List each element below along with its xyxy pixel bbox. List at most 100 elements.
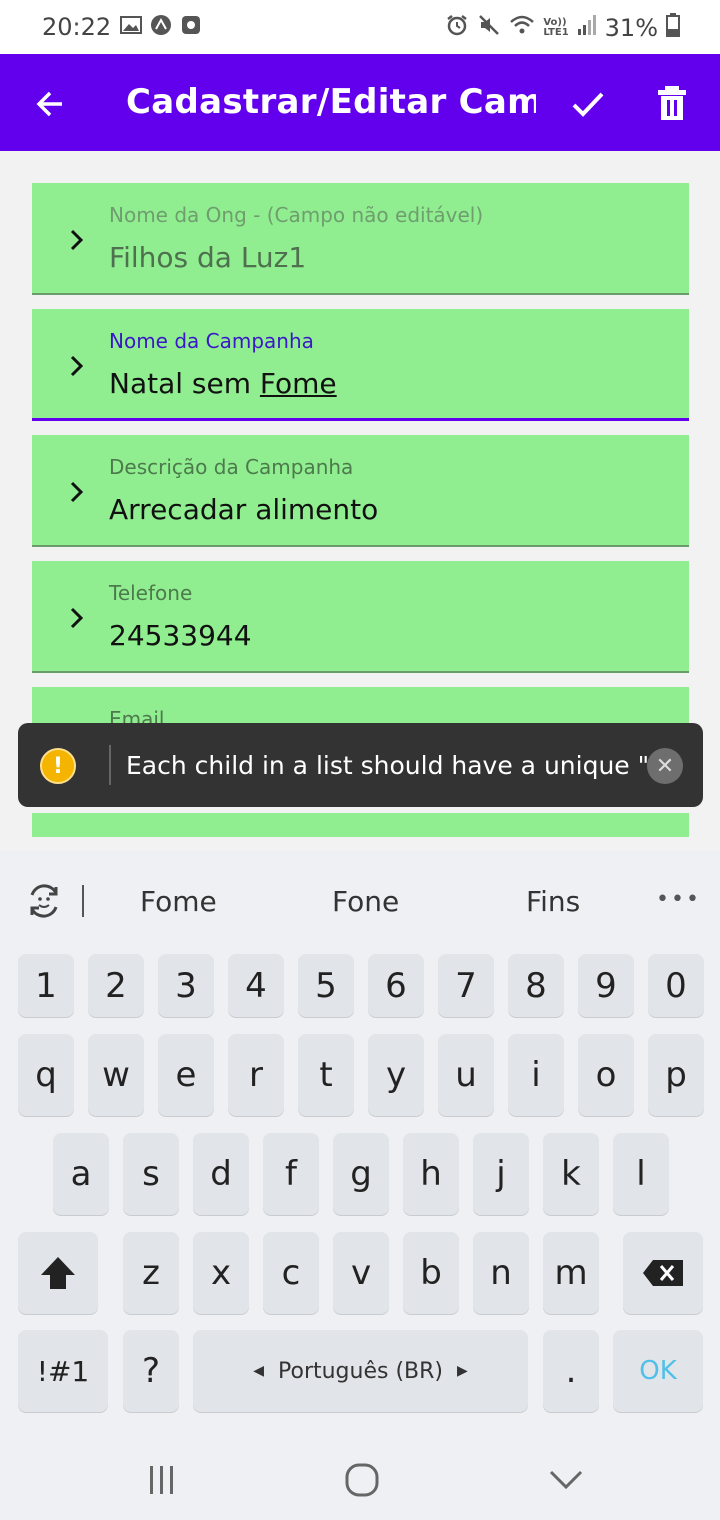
field-value: Arrecadar alimento [109, 493, 379, 526]
key-u[interactable]: u [438, 1034, 494, 1116]
key-a[interactable]: a [53, 1133, 109, 1215]
key-s[interactable]: s [123, 1133, 179, 1215]
field-value-text: Natal sem [109, 367, 260, 400]
key-8[interactable]: 8 [508, 954, 564, 1017]
key-j[interactable]: j [473, 1133, 529, 1215]
backspace-icon [643, 1260, 683, 1286]
key-f[interactable]: f [263, 1133, 319, 1215]
more-options-icon[interactable]: ••• [656, 887, 701, 912]
key-2[interactable]: 2 [88, 954, 144, 1017]
suggestion-1[interactable]: Fome [140, 885, 217, 918]
key-v[interactable]: v [333, 1232, 389, 1314]
shift-icon [41, 1257, 75, 1289]
ok-key[interactable]: OK [613, 1330, 703, 1412]
key-0[interactable]: 0 [648, 954, 704, 1017]
arrow-back-icon[interactable] [30, 84, 70, 124]
key-l[interactable]: l [613, 1133, 669, 1215]
field-campaign-description[interactable]: Descrição da Campanha Arrecadar alimento [32, 435, 689, 547]
symbols-key[interactable]: !#1 [18, 1330, 108, 1412]
keyboard: Fome Fone Fins ••• 1 2 3 4 5 6 7 8 9 0 q… [0, 851, 720, 1436]
field-value: Filhos da Luz1 [109, 241, 307, 274]
period-key[interactable]: . [543, 1330, 599, 1412]
app-bar: Cadastrar/Editar Cam.. [0, 54, 720, 151]
key-6[interactable]: 6 [368, 954, 424, 1017]
status-time: 20:22 [42, 13, 112, 41]
key-h[interactable]: h [403, 1133, 459, 1215]
app-icon [150, 14, 172, 36]
field-label: Descrição da Campanha [109, 455, 354, 479]
suggestion-3[interactable]: Fins [526, 885, 580, 918]
chevron-right-icon [66, 605, 88, 631]
warning-toast[interactable]: ! Each child in a list should have a uni… [18, 723, 703, 807]
recent-apps-icon[interactable] [142, 1460, 182, 1500]
key-e[interactable]: e [158, 1034, 214, 1116]
language-label: Português (BR) [278, 1358, 443, 1384]
field-label: Nome da Ong - (Campo não editável) [109, 203, 484, 227]
field-campaign-name[interactable]: Nome da Campanha Natal sem Fome [32, 309, 689, 421]
key-i[interactable]: i [508, 1034, 564, 1116]
key-y[interactable]: y [368, 1034, 424, 1116]
field-label: Nome da Campanha [109, 329, 314, 353]
key-c[interactable]: c [263, 1232, 319, 1314]
field-value: 24533944 [109, 619, 252, 652]
key-k[interactable]: k [543, 1133, 599, 1215]
key-3[interactable]: 3 [158, 954, 214, 1017]
key-z[interactable]: z [123, 1232, 179, 1314]
field-next[interactable] [32, 813, 689, 837]
key-4[interactable]: 4 [228, 954, 284, 1017]
battery-icon [666, 13, 680, 43]
key-b[interactable]: b [403, 1232, 459, 1314]
mute-icon [477, 13, 501, 43]
space-key[interactable]: ◀ Português (BR) ▶ [193, 1330, 528, 1412]
key-d[interactable]: d [193, 1133, 249, 1215]
chevron-right-icon [66, 353, 88, 379]
field-ong-name: Nome da Ong - (Campo não editável) Filho… [32, 183, 689, 295]
key-7[interactable]: 7 [438, 954, 494, 1017]
battery-text: 31% [604, 14, 658, 42]
field-value[interactable]: Natal sem Fome [109, 367, 337, 400]
chevron-right-icon [66, 227, 88, 253]
key-9[interactable]: 9 [578, 954, 634, 1017]
wifi-icon [509, 14, 535, 42]
key-g[interactable]: g [333, 1133, 389, 1215]
key-o[interactable]: o [578, 1034, 634, 1116]
alarm-icon [445, 13, 469, 43]
home-icon[interactable] [342, 1460, 382, 1500]
key-n[interactable]: n [473, 1232, 529, 1314]
field-label: Telefone [109, 581, 193, 605]
key-r[interactable]: r [228, 1034, 284, 1116]
status-bar: 20:22 Vo)) LTE1 31% [0, 0, 720, 54]
page-title: Cadastrar/Editar Cam.. [126, 82, 536, 122]
suggestion-bar: Fome Fone Fins ••• [0, 851, 720, 951]
backspace-key[interactable] [623, 1232, 703, 1314]
key-x[interactable]: x [193, 1232, 249, 1314]
key-5[interactable]: 5 [298, 954, 354, 1017]
composing-word: Fome [259, 367, 337, 400]
suggestion-2[interactable]: Fone [332, 885, 399, 918]
language-right-icon: ▶ [457, 1363, 468, 1379]
toast-message: Each child in a list should have a uniqu… [126, 751, 656, 780]
suggestion-divider [82, 885, 84, 917]
toast-divider [109, 745, 111, 785]
field-phone[interactable]: Telefone 24533944 [32, 561, 689, 673]
key-1[interactable]: 1 [18, 954, 74, 1017]
question-key[interactable]: ? [123, 1330, 179, 1412]
volte-icon: Vo)) LTE1 [543, 17, 569, 38]
key-m[interactable]: m [543, 1232, 599, 1314]
key-p[interactable]: p [648, 1034, 704, 1116]
record-icon [180, 14, 202, 36]
signal-icon [577, 14, 597, 42]
chevron-right-icon [66, 479, 88, 505]
back-icon[interactable] [546, 1460, 586, 1500]
warning-icon: ! [40, 748, 76, 784]
close-icon[interactable]: ✕ [647, 748, 683, 784]
key-q[interactable]: q [18, 1034, 74, 1116]
language-left-icon: ◀ [253, 1363, 264, 1379]
key-t[interactable]: t [298, 1034, 354, 1116]
emoji-sync-icon[interactable] [24, 881, 64, 921]
navigation-bar [0, 1436, 720, 1520]
key-w[interactable]: w [88, 1034, 144, 1116]
trash-icon[interactable] [652, 84, 692, 124]
shift-key[interactable] [18, 1232, 98, 1314]
check-icon[interactable] [568, 84, 608, 124]
